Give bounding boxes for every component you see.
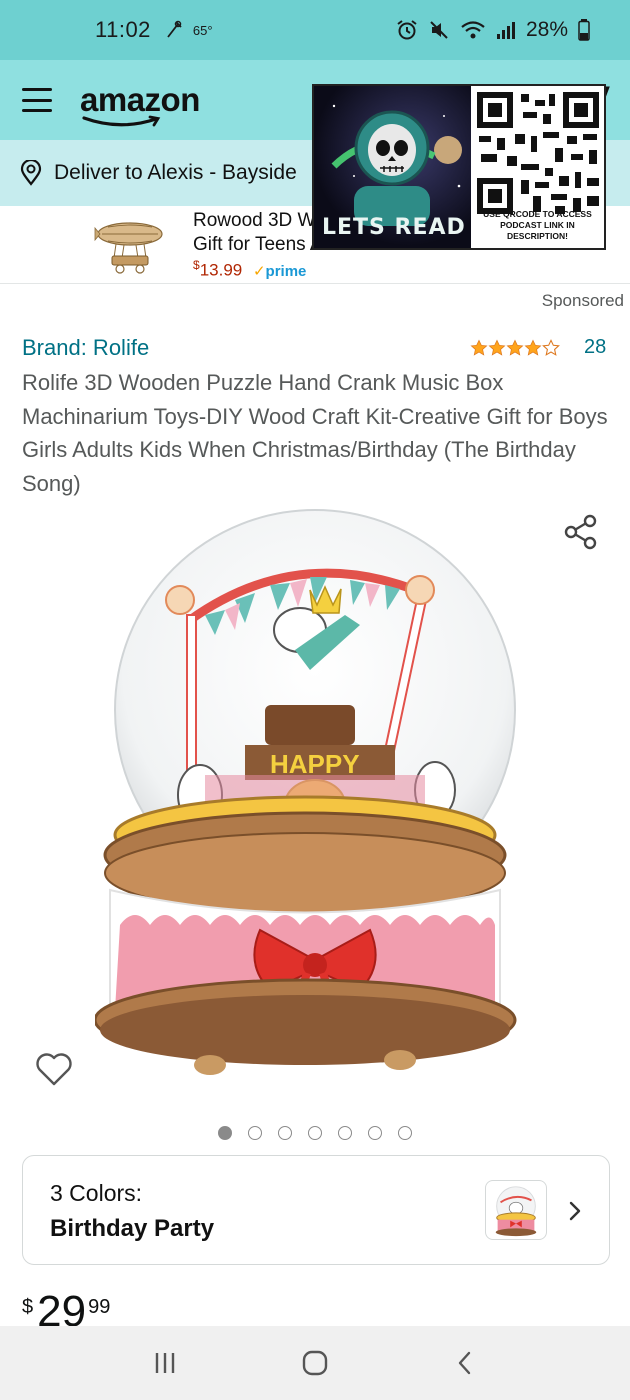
variation-count: 3 Colors: (50, 1180, 143, 1206)
status-bar: 11:02 65° 28% (0, 0, 630, 60)
ad-price-value: 13.99 (199, 260, 243, 280)
prime-badge: ✓prime (252, 262, 307, 280)
share-icon[interactable] (563, 514, 599, 550)
star-full-icon (470, 339, 488, 356)
star-rating (470, 338, 560, 357)
star-empty-icon (542, 338, 560, 356)
star-full-icon (524, 339, 542, 356)
carousel-dot[interactable] (368, 1126, 382, 1140)
qr-caption: USE QRCODE TO ACCESS PODCAST LINK IN DES… (483, 209, 592, 241)
battery-icon (578, 19, 590, 41)
carousel-dot[interactable] (338, 1126, 352, 1140)
overlay-art: LETS READ (314, 86, 471, 248)
qr-code-icon (476, 92, 599, 214)
prime-label: prime (265, 262, 307, 280)
deliver-address: Deliver to Alexis - Bayside (54, 161, 297, 184)
location-pin-icon (20, 160, 42, 186)
battery-percent: 28% (525, 18, 568, 41)
ad-price: $13.99 ✓prime (193, 258, 306, 281)
svg-text:HAPPY: HAPPY (270, 749, 360, 779)
podcast-overlay: LETS READ USE QRCODE TO ACCESS PODCAST L… (312, 84, 606, 250)
brand-link[interactable]: Brand: Rolife (22, 335, 149, 361)
carousel-dot[interactable] (398, 1126, 412, 1140)
chevron-right-icon (569, 1201, 581, 1221)
overlay-caption: LETS READ (322, 215, 466, 240)
airship-product-thumbnail (94, 222, 163, 274)
color-variation-selector[interactable]: 3 Colors: Birthday Party (22, 1155, 610, 1265)
variation-selected: Birthday Party (50, 1215, 215, 1242)
ad-price-symbol: $ (193, 258, 200, 272)
star-full-icon (488, 339, 506, 356)
wifi-icon (461, 21, 485, 39)
heart-icon[interactable] (35, 1051, 73, 1087)
mute-icon (430, 21, 448, 39)
price-symbol: $ (22, 1296, 34, 1318)
image-carousel-dots[interactable] (218, 1126, 412, 1140)
rating-count: 28 (584, 336, 607, 358)
logo-smile-icon (82, 115, 161, 127)
system-nav-bar (0, 1326, 630, 1400)
sponsored-label: Sponsored (541, 291, 624, 310)
status-temperature: 65° (192, 22, 213, 38)
product-title: Rolife 3D Wooden Puzzle Hand Crank Music… (22, 370, 608, 496)
recent-apps-button[interactable] (145, 1343, 185, 1383)
amazon-logo[interactable]: amazon (80, 81, 200, 127)
recent-apps-icon (155, 1353, 175, 1373)
home-button[interactable] (295, 1343, 335, 1383)
alarm-icon (397, 20, 417, 40)
home-icon (302, 1350, 328, 1376)
product-image[interactable]: HAPPY (95, 505, 545, 1095)
back-chevron-icon (458, 1351, 471, 1375)
back-button[interactable] (445, 1343, 485, 1383)
signal-icon (496, 22, 515, 39)
variation-thumbnail (485, 1180, 547, 1240)
status-time: 11:02 (95, 17, 151, 42)
qr-code: USE QRCODE TO ACCESS PODCAST LINK IN DES… (470, 86, 604, 248)
carousel-dot[interactable] (278, 1126, 292, 1140)
price-fraction: 99 (88, 1296, 111, 1318)
star-full-icon (506, 339, 524, 356)
wand-icon (167, 20, 182, 38)
carousel-dot[interactable] (248, 1126, 262, 1140)
carousel-dot[interactable] (308, 1126, 322, 1140)
carousel-dot[interactable] (218, 1126, 232, 1140)
logo-text: amazon (80, 81, 200, 118)
rating[interactable]: 28 (470, 336, 606, 359)
hamburger-menu-icon[interactable] (22, 88, 52, 112)
